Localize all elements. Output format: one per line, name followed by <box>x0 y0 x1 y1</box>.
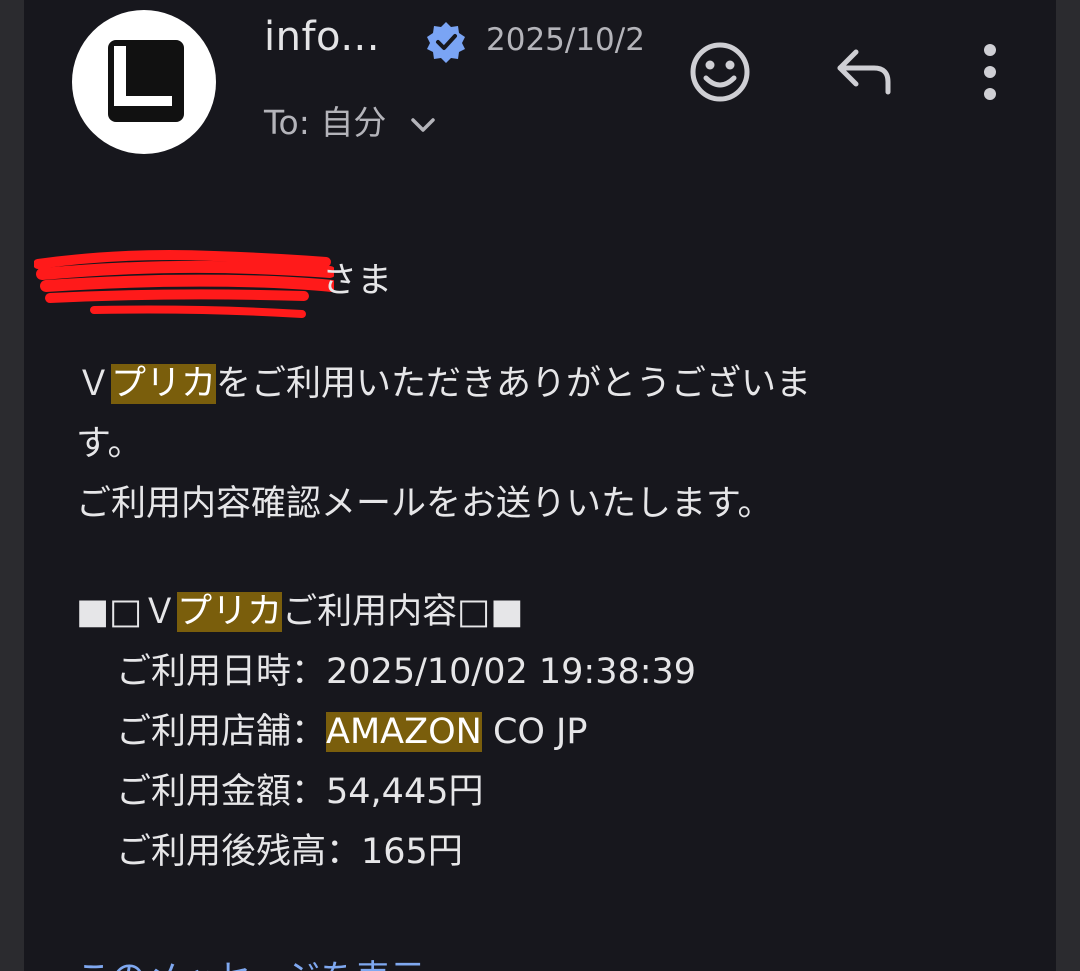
more-options-button[interactable] <box>974 42 1006 102</box>
usage-amount-row: ご利用金額：54,445円 <box>116 768 483 816</box>
row-value: 54,445円 <box>326 772 484 812</box>
redaction-scribble <box>34 250 334 318</box>
reply-icon <box>837 49 891 95</box>
remaining-balance-row: ご利用後残高：165円 <box>116 828 463 876</box>
greeting-suffix: さま <box>322 261 393 301</box>
intro-rest: をご利用いただきありがとうございま <box>216 364 812 404</box>
reply-button[interactable] <box>834 46 894 98</box>
sender-name[interactable]: info... <box>264 14 380 60</box>
row-label: ご利用金額： <box>116 772 327 812</box>
row-value: 2025/10/02 19:38:39 <box>326 652 697 692</box>
row-value-highlight: AMAZON <box>326 712 482 752</box>
usage-datetime-row: ご利用日時：2025/10/02 19:38:39 <box>116 648 696 696</box>
section-suffix: ご利用内容□■ <box>282 592 524 632</box>
email-date: 2025/10/2 <box>486 22 645 58</box>
intro-prefix: Ｖ <box>76 364 112 404</box>
recipient-label: To: 自分 <box>264 103 387 142</box>
usage-store-row: ご利用店舗：AMAZON CO JP <box>116 708 587 756</box>
email-view: info... 2025/10/2 To: 自分 さま Ｖプリカをご利用いただき… <box>24 0 1056 971</box>
avatar-logo-icon <box>108 40 184 122</box>
section-highlight: プリカ <box>177 592 283 632</box>
row-label: ご利用店舗： <box>116 712 327 752</box>
row-value-rest: CO JP <box>481 712 588 752</box>
view-message-link[interactable]: このメッセージを表示 <box>76 950 425 971</box>
more-vert-icon <box>984 44 996 100</box>
intro-line-1: Ｖプリカをご利用いただきありがとうございま <box>76 360 811 408</box>
row-value: 165円 <box>361 832 463 872</box>
intro-highlight: プリカ <box>111 364 217 404</box>
section-prefix: ■□Ｖ <box>76 592 178 632</box>
verified-badge-icon <box>427 22 465 63</box>
intro-line-1-cont: す。 <box>76 424 143 464</box>
smiley-icon <box>690 42 750 102</box>
row-label: ご利用後残高： <box>116 832 362 872</box>
add-reaction-button[interactable] <box>688 40 752 104</box>
sender-avatar[interactable] <box>72 10 216 154</box>
intro-line-2: ご利用内容確認メールをお送りいたします。 <box>76 484 773 524</box>
row-label: ご利用日時： <box>116 652 327 692</box>
chevron-down-icon <box>411 117 435 132</box>
recipient-toggle[interactable]: To: 自分 <box>264 96 437 144</box>
section-title: ■□Ｖプリカご利用内容□■ <box>76 588 523 636</box>
